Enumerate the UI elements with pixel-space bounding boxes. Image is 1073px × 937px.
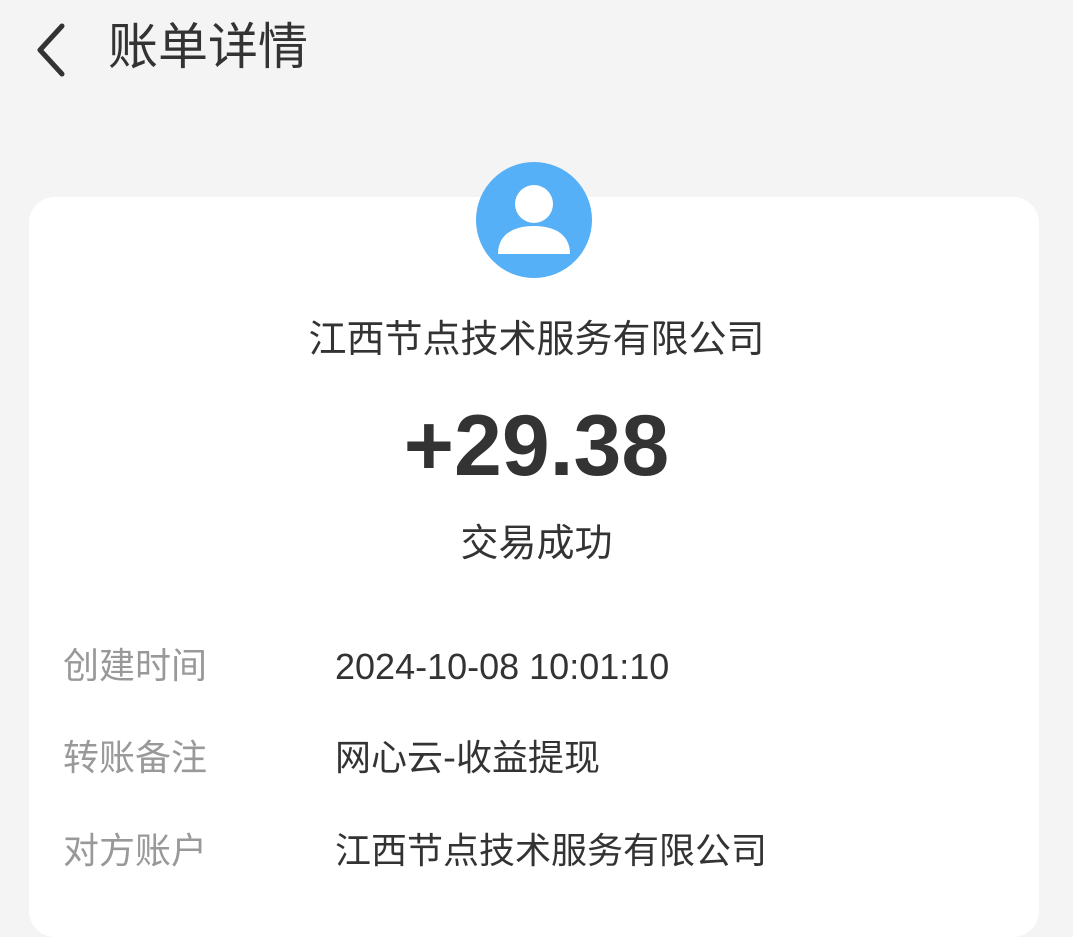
back-button[interactable] xyxy=(22,18,82,82)
user-avatar-icon xyxy=(476,162,592,278)
transaction-amount: +29.38 xyxy=(403,398,670,494)
page-title: 账单详情 xyxy=(108,18,308,76)
detail-row-transfer-note: 转账备注 网心云-收益提现 xyxy=(0,731,1073,787)
transaction-status: 交易成功 xyxy=(460,521,613,565)
detail-value: 网心云-收益提现 xyxy=(335,738,600,779)
detail-row-counterparty-account: 对方账户 江西节点技术服务有限公司 xyxy=(0,824,1073,880)
detail-label: 创建时间 xyxy=(63,646,208,687)
detail-value: 江西节点技术服务有限公司 xyxy=(335,831,768,872)
detail-value: 2024-10-08 10:01:10 xyxy=(335,646,670,687)
payer-name: 江西节点技术服务有限公司 xyxy=(308,317,765,361)
detail-label: 对方账户 xyxy=(63,831,208,872)
detail-row-created-time: 创建时间 2024-10-08 10:01:10 xyxy=(0,639,1073,695)
chevron-left-icon xyxy=(37,23,65,77)
detail-label: 转账备注 xyxy=(63,738,208,779)
header-bar: 账单详情 xyxy=(0,0,1073,100)
